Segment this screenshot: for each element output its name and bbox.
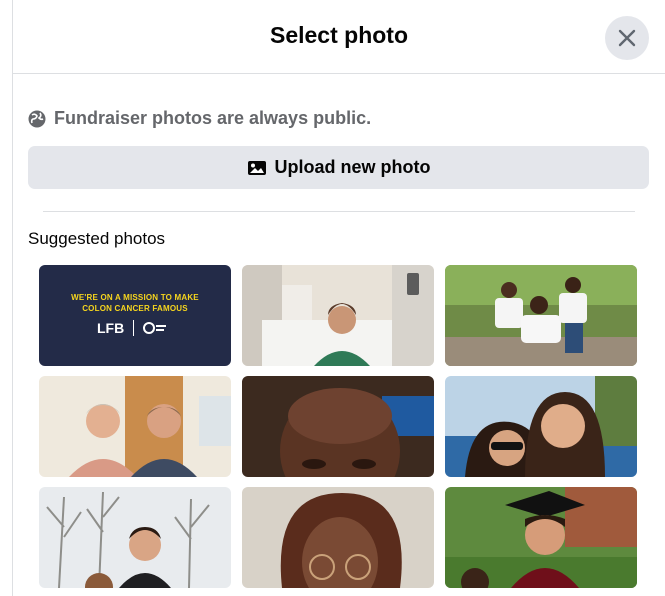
banner-line-2: COLON CANCER FAMOUS xyxy=(82,304,188,313)
mother-daughter-photo xyxy=(445,376,637,477)
suggested-photo[interactable] xyxy=(242,487,434,588)
suggested-photo[interactable] xyxy=(445,376,637,477)
banner-separator xyxy=(133,320,134,336)
suggested-photo[interactable]: WE'RE ON A MISSION TO MAKE COLON CANCER … xyxy=(39,265,231,366)
suggested-photo[interactable] xyxy=(242,376,434,477)
suggested-photo[interactable] xyxy=(445,265,637,366)
dialog-header: Select photo xyxy=(13,0,665,74)
upload-new-photo-button[interactable]: Upload new photo xyxy=(28,146,649,189)
suggested-photo[interactable] xyxy=(242,265,434,366)
globe-icon xyxy=(28,110,46,127)
suggested-photo[interactable] xyxy=(445,487,637,588)
graduation-photo xyxy=(445,487,637,588)
suggested-photo[interactable] xyxy=(39,487,231,588)
couple-photo xyxy=(39,376,231,477)
select-photo-dialog: Select photo Fundraiser photos are alway… xyxy=(12,0,665,596)
divider xyxy=(43,211,635,212)
close-icon xyxy=(618,29,636,47)
selfie-man-photo xyxy=(242,376,434,477)
dialog-title: Select photo xyxy=(269,22,408,48)
winter-trees-photo xyxy=(39,487,231,588)
hospital-photo xyxy=(242,265,434,366)
suggested-photos-title: Suggested photos xyxy=(28,229,166,248)
close-button[interactable] xyxy=(605,16,649,60)
woman-glasses-photo xyxy=(242,487,434,588)
partner-logo xyxy=(143,322,166,334)
public-notice-text: Fundraiser photos are always public. xyxy=(54,108,372,128)
public-notice: Fundraiser photos are always public. xyxy=(28,108,371,129)
family-photo xyxy=(445,265,637,366)
upload-button-label: Upload new photo xyxy=(274,157,431,177)
suggested-photo[interactable] xyxy=(39,376,231,477)
banner-line-1: WE'RE ON A MISSION TO MAKE xyxy=(71,293,199,302)
banner-logo: LFB xyxy=(97,320,125,336)
photo-icon xyxy=(247,160,266,175)
